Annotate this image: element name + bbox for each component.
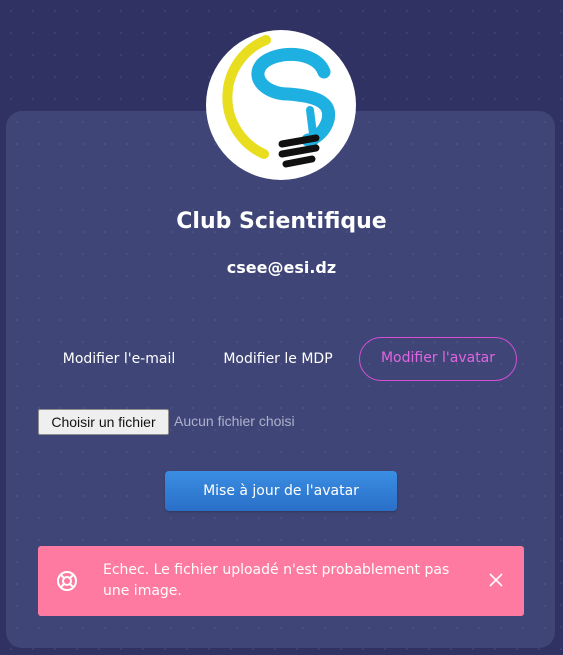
lightbulb-logo-icon xyxy=(222,35,336,168)
profile-email: csee@esi.dz xyxy=(226,258,337,277)
lifebuoy-icon xyxy=(57,571,77,591)
close-icon[interactable] xyxy=(489,573,503,587)
choose-file-button[interactable]: Choisir un fichier xyxy=(38,409,169,435)
profile-name: Club Scientifique xyxy=(176,209,387,234)
update-avatar-button[interactable]: Mise à jour de l'avatar xyxy=(165,471,397,511)
tab-modify-email[interactable]: Modifier l'e-mail xyxy=(50,337,188,381)
file-status: Aucun fichier choisi xyxy=(174,413,295,429)
alert-message: Echec. Le fichier uploadé n'est probable… xyxy=(103,562,450,599)
tab-modify-avatar[interactable]: Modifier l'avatar xyxy=(359,337,517,381)
avatar xyxy=(206,30,356,180)
error-alert: Echec. Le fichier uploadé n'est probable… xyxy=(38,546,524,616)
tab-modify-password[interactable]: Modifier le MDP xyxy=(212,337,344,381)
